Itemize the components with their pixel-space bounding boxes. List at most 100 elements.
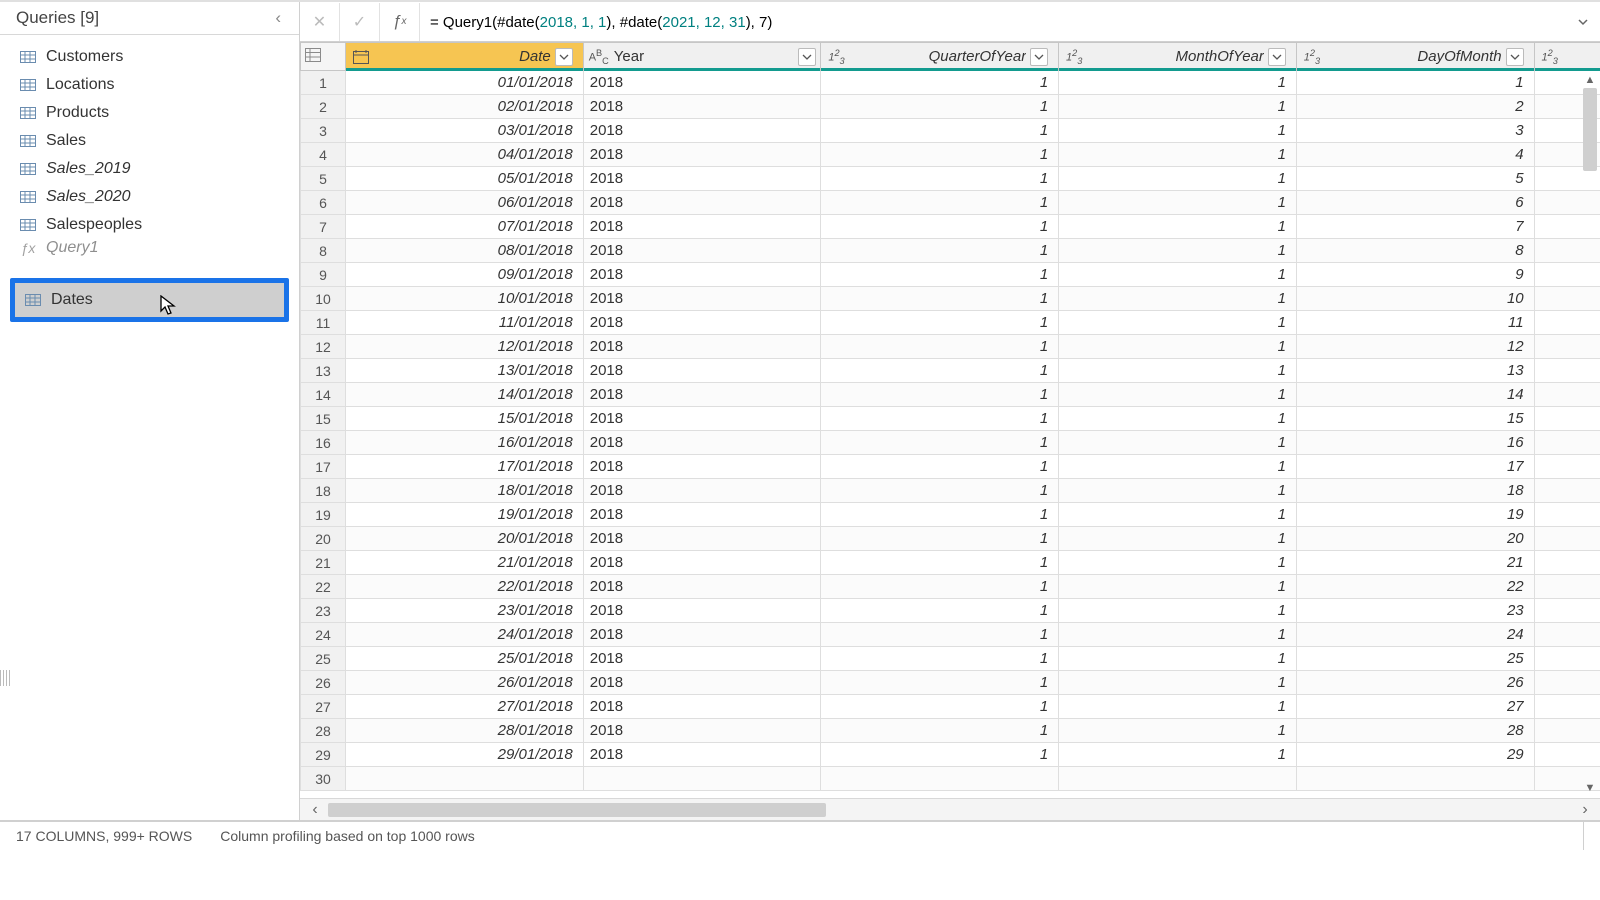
row-number[interactable]: 12 xyxy=(301,335,346,359)
cell-date[interactable]: 06/01/2018 xyxy=(346,191,584,215)
scroll-right-icon[interactable]: › xyxy=(1576,802,1594,818)
cell-quarter[interactable]: 1 xyxy=(821,503,1059,527)
cell-day[interactable]: 22 xyxy=(1296,575,1534,599)
table-row[interactable]: 2626/01/20182018112620180126Janu xyxy=(301,671,1600,695)
table-row[interactable]: 1111/01/20182018111120180111Janu xyxy=(301,311,1600,335)
datatype-icon[interactable] xyxy=(350,48,372,66)
column-filter-icon[interactable] xyxy=(1030,48,1048,66)
table-row[interactable]: 2828/01/20182018112820180128Janu xyxy=(301,719,1600,743)
table-row[interactable]: 2525/01/20182018112520180125Janu xyxy=(301,647,1600,671)
column-header-dateint[interactable]: 123DateInt xyxy=(1534,43,1600,71)
cell-year[interactable]: 2018 xyxy=(583,383,821,407)
cell-year[interactable]: 2018 xyxy=(583,287,821,311)
cell-year[interactable]: 2018 xyxy=(583,263,821,287)
cell-month[interactable]: 1 xyxy=(1059,263,1297,287)
query-item-sales[interactable]: Sales xyxy=(0,127,299,155)
datatype-icon[interactable]: 123 xyxy=(1063,48,1085,66)
cell-quarter[interactable]: 1 xyxy=(821,527,1059,551)
cell-quarter[interactable]: 1 xyxy=(821,671,1059,695)
cell-month[interactable]: 1 xyxy=(1059,743,1297,767)
cell-quarter[interactable]: 1 xyxy=(821,95,1059,119)
cell-month[interactable]: 1 xyxy=(1059,719,1297,743)
datatype-icon[interactable]: ABC xyxy=(588,48,610,66)
expand-formula-icon[interactable] xyxy=(1566,16,1600,28)
query-item-locations[interactable]: Locations xyxy=(0,71,299,99)
cell-date[interactable]: 07/01/2018 xyxy=(346,215,584,239)
cell-day[interactable]: 15 xyxy=(1296,407,1534,431)
cell-month[interactable]: 1 xyxy=(1059,551,1297,575)
cell-year[interactable]: 2018 xyxy=(583,455,821,479)
cell-date[interactable]: 23/01/2018 xyxy=(346,599,584,623)
column-header-quarterofyear[interactable]: 123QuarterOfYear xyxy=(821,43,1059,71)
column-header-year[interactable]: ABCYear xyxy=(583,43,821,71)
cell-quarter[interactable]: 1 xyxy=(821,431,1059,455)
cell-month[interactable]: 1 xyxy=(1059,647,1297,671)
table-row[interactable]: 505/01/2018201811520180105Janu xyxy=(301,167,1600,191)
cell-quarter[interactable]: 1 xyxy=(821,167,1059,191)
select-all-cell[interactable] xyxy=(301,43,346,71)
row-number[interactable]: 17 xyxy=(301,455,346,479)
table-row[interactable]: 1717/01/20182018111720180117Janu xyxy=(301,455,1600,479)
cell-date[interactable]: 17/01/2018 xyxy=(346,455,584,479)
row-number[interactable]: 11 xyxy=(301,311,346,335)
cell-month[interactable]: 1 xyxy=(1059,119,1297,143)
cell-month[interactable]: 1 xyxy=(1059,143,1297,167)
cell-year[interactable]: 2018 xyxy=(583,479,821,503)
table-row[interactable]: 909/01/2018201811920180109Janu xyxy=(301,263,1600,287)
cell-quarter[interactable]: 1 xyxy=(821,359,1059,383)
cell-date[interactable]: 05/01/2018 xyxy=(346,167,584,191)
cell-day[interactable]: 17 xyxy=(1296,455,1534,479)
formula-text[interactable]: = Query1(#date(2018, 1, 1), #date(2021, … xyxy=(420,13,1566,31)
cell-day[interactable]: 2 xyxy=(1296,95,1534,119)
cell-day[interactable]: 4 xyxy=(1296,143,1534,167)
cell-day[interactable]: 6 xyxy=(1296,191,1534,215)
row-number[interactable]: 3 xyxy=(301,119,346,143)
vertical-scrollbar[interactable]: ▲ ▼ xyxy=(1582,72,1598,796)
cell-month[interactable]: 1 xyxy=(1059,95,1297,119)
cell-year[interactable]: 2018 xyxy=(583,335,821,359)
cell-date[interactable]: 08/01/2018 xyxy=(346,239,584,263)
table-row[interactable]: 808/01/2018201811820180108Janu xyxy=(301,239,1600,263)
cell-day[interactable]: 25 xyxy=(1296,647,1534,671)
cell-month[interactable]: 1 xyxy=(1059,239,1297,263)
cell-day[interactable] xyxy=(1296,767,1534,791)
cancel-formula-icon[interactable]: ✕ xyxy=(300,3,340,41)
cell-year[interactable]: 2018 xyxy=(583,95,821,119)
cell-month[interactable]: 1 xyxy=(1059,215,1297,239)
table-row[interactable]: 1616/01/20182018111620180116Janu xyxy=(301,431,1600,455)
cell-quarter[interactable]: 1 xyxy=(821,479,1059,503)
cell-year[interactable]: 2018 xyxy=(583,599,821,623)
column-header-date[interactable]: Date xyxy=(346,43,584,71)
table-row[interactable]: 303/01/2018201811320180103Janu xyxy=(301,119,1600,143)
table-row[interactable]: 2424/01/20182018112420180124Janu xyxy=(301,623,1600,647)
cell-date[interactable]: 13/01/2018 xyxy=(346,359,584,383)
cell-quarter[interactable] xyxy=(821,767,1059,791)
cell-date[interactable]: 09/01/2018 xyxy=(346,263,584,287)
horizontal-scrollbar[interactable]: ‹ › xyxy=(300,798,1600,820)
cell-year[interactable]: 2018 xyxy=(583,143,821,167)
table-row[interactable]: 2121/01/20182018112120180121Janu xyxy=(301,551,1600,575)
column-header-monthofyear[interactable]: 123MonthOfYear xyxy=(1059,43,1297,71)
cell-day[interactable]: 29 xyxy=(1296,743,1534,767)
cell-year[interactable]: 2018 xyxy=(583,671,821,695)
cell-quarter[interactable]: 1 xyxy=(821,407,1059,431)
cell-day[interactable]: 23 xyxy=(1296,599,1534,623)
cell-date[interactable]: 28/01/2018 xyxy=(346,719,584,743)
cell-date[interactable]: 10/01/2018 xyxy=(346,287,584,311)
query-item-salespeoples[interactable]: Salespeoples xyxy=(0,211,299,239)
cell-day[interactable]: 21 xyxy=(1296,551,1534,575)
cell-month[interactable]: 1 xyxy=(1059,503,1297,527)
row-number[interactable]: 30 xyxy=(301,767,346,791)
cell-date[interactable] xyxy=(346,767,584,791)
cell-month[interactable]: 1 xyxy=(1059,71,1297,95)
cell-quarter[interactable]: 1 xyxy=(821,383,1059,407)
cell-year[interactable]: 2018 xyxy=(583,695,821,719)
row-number[interactable]: 28 xyxy=(301,719,346,743)
cell-day[interactable]: 8 xyxy=(1296,239,1534,263)
cell-date[interactable]: 04/01/2018 xyxy=(346,143,584,167)
cell-day[interactable]: 7 xyxy=(1296,215,1534,239)
cell-month[interactable]: 1 xyxy=(1059,431,1297,455)
table-row[interactable]: 1010/01/20182018111020180110Janu xyxy=(301,287,1600,311)
cell-date[interactable]: 20/01/2018 xyxy=(346,527,584,551)
cell-date[interactable]: 14/01/2018 xyxy=(346,383,584,407)
